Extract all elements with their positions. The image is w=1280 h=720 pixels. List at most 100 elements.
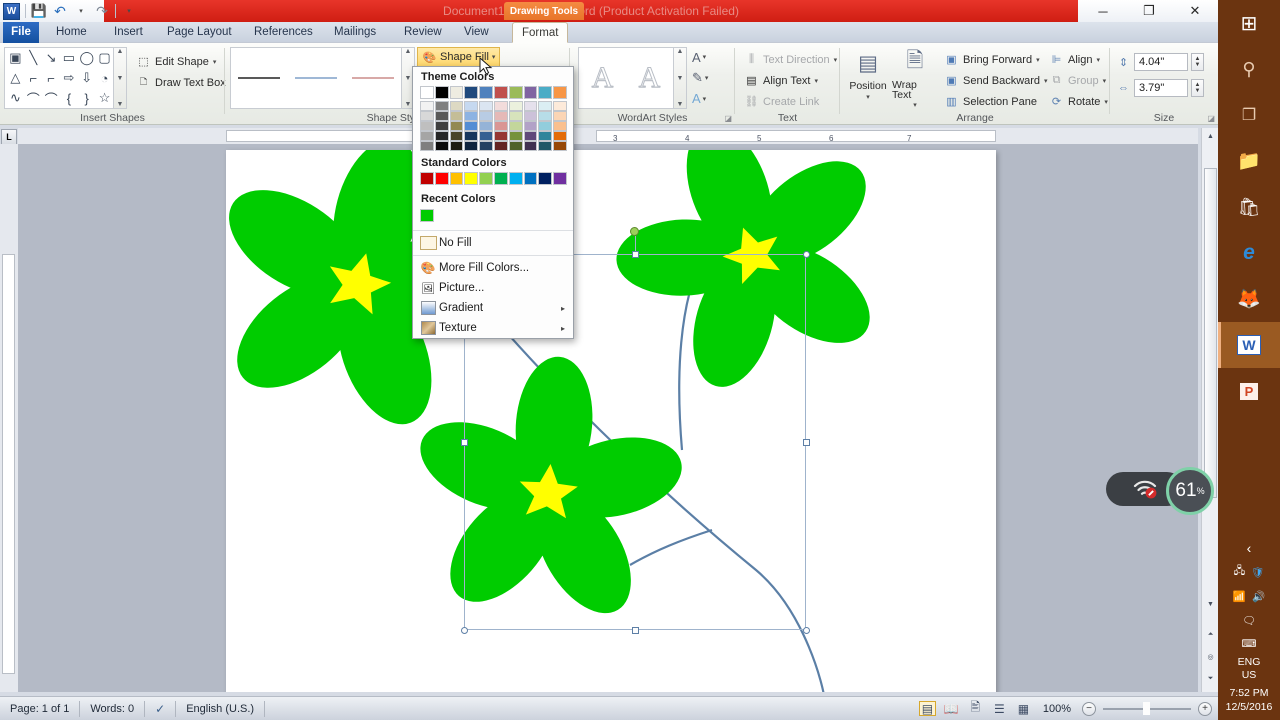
word-taskbar-button[interactable]: W: [1218, 322, 1280, 368]
triangle-shape-icon[interactable]: △: [7, 70, 24, 87]
theme-color-swatch-4-9[interactable]: [538, 121, 553, 131]
handle-middle-left[interactable]: [461, 439, 468, 446]
firefox-button[interactable]: 🦊: [1218, 276, 1280, 322]
theme-color-swatch-1-6[interactable]: [493, 86, 508, 99]
height-spinner[interactable]: ▲ ▼: [1191, 53, 1204, 71]
wordart-gallery-scroll[interactable]: ▲ ▼ ▼: [674, 47, 687, 109]
wordart-side-buttons[interactable]: A ▾ ✎ ▾ A ▾: [692, 47, 720, 109]
shape-width-field[interactable]: ⇔ 3.79" ▲ ▼: [1116, 79, 1204, 97]
restore-button[interactable]: ❐: [1126, 0, 1172, 22]
theme-color-swatch-5-7[interactable]: [508, 131, 523, 141]
shape-style-preview-1[interactable]: [238, 77, 281, 79]
minimize-button[interactable]: ─: [1080, 0, 1126, 22]
view-full-screen-reading-icon[interactable]: 📖: [943, 701, 960, 716]
tab-stop-selector[interactable]: L: [1, 129, 17, 145]
zoom-in-button[interactable]: +: [1198, 701, 1212, 716]
theme-color-swatch-2-2[interactable]: [434, 101, 449, 111]
theme-color-swatch-1-9[interactable]: [538, 86, 553, 99]
theme-color-swatch-2-5[interactable]: [479, 101, 493, 111]
wrap-text-caret-icon[interactable]: ▾: [913, 101, 917, 109]
theme-color-swatch-5-6[interactable]: [493, 131, 508, 141]
scribble-shape-icon[interactable]: ∿: [7, 90, 24, 107]
theme-color-swatch-3-3[interactable]: [449, 111, 464, 121]
scroll-down-icon[interactable]: ▼: [1204, 598, 1217, 611]
position-button[interactable]: ▤ Position ▾: [845, 47, 891, 102]
rotate-button[interactable]: ⟳ Rotate ▾: [1045, 91, 1112, 112]
wordart-gallery[interactable]: A A: [578, 47, 674, 109]
theme-color-swatch-1-4[interactable]: [464, 86, 479, 99]
standard-color-swatch-3[interactable]: [449, 172, 464, 185]
elbow-connector-icon[interactable]: ⌐: [25, 70, 42, 87]
view-web-layout-icon[interactable]: 🖹: [967, 700, 984, 716]
zoom-slider[interactable]: [1103, 702, 1191, 716]
theme-color-swatch-4-1[interactable]: [420, 121, 434, 131]
theme-colors-row-5[interactable]: [420, 131, 567, 141]
create-link-button[interactable]: ⛓ Create Link: [740, 91, 841, 112]
redo-icon[interactable]: ↷: [94, 3, 110, 19]
standard-color-swatch-2[interactable]: [434, 172, 449, 185]
theme-colors-row-6[interactable]: [420, 141, 567, 151]
text-fill-caret-icon[interactable]: ▾: [703, 53, 707, 61]
zoom-out-button[interactable]: −: [1082, 701, 1096, 716]
shape-styles-gallery[interactable]: [230, 47, 402, 109]
theme-color-swatch-4-10[interactable]: [553, 121, 567, 131]
theme-color-swatch-3-4[interactable]: [464, 111, 479, 121]
edit-shape-caret-icon[interactable]: ▾: [213, 58, 217, 66]
clock[interactable]: 7:52 PM 12/5/2016: [1218, 686, 1280, 720]
styles-more-icon[interactable]: ▼: [405, 101, 412, 108]
right-brace-shape-icon[interactable]: }: [78, 90, 95, 107]
shield-icon[interactable]: 🛡: [1251, 566, 1264, 579]
theme-color-swatch-1-2[interactable]: [434, 86, 449, 99]
theme-colors-row-3[interactable]: [420, 111, 567, 121]
bring-forward-button[interactable]: ▣ Bring Forward ▾: [940, 49, 1052, 70]
theme-color-swatch-5-4[interactable]: [464, 131, 479, 141]
theme-color-swatch-1-8[interactable]: [523, 86, 538, 99]
arc-shape-icon[interactable]: ⌒: [43, 90, 60, 107]
wordart-preview-1[interactable]: A: [591, 61, 614, 95]
battery-ring-indicator[interactable]: 61%: [1166, 467, 1214, 515]
theme-colors-row-2[interactable]: [420, 101, 567, 111]
standard-color-swatch-6[interactable]: [493, 172, 508, 185]
system-tray[interactable]: ‹ 🖧 🛡 📶 🔊 🗨 ⌨ ENG US 7:52 PM 12/5/2016: [1218, 536, 1280, 720]
theme-color-swatch-6-10[interactable]: [553, 141, 567, 151]
theme-color-swatch-6-8[interactable]: [523, 141, 538, 151]
group-caret-icon[interactable]: ▾: [1103, 77, 1107, 85]
theme-color-swatch-2-7[interactable]: [508, 101, 523, 111]
wordart-more-icon[interactable]: ▼: [677, 101, 684, 108]
handle-bottom-left[interactable]: [461, 627, 468, 634]
tab-insert[interactable]: Insert: [105, 22, 152, 43]
text-box-shape-icon[interactable]: ▣: [7, 50, 24, 67]
edit-shape-button[interactable]: ⬚ Edit Shape ▾: [132, 51, 230, 72]
shape-fill-dropdown-menu[interactable]: Theme Colors Standard Colors Recent Colo…: [412, 66, 574, 339]
standard-color-swatch-4[interactable]: [464, 172, 479, 185]
task-view-button[interactable]: ❐: [1218, 92, 1280, 138]
align-text-button[interactable]: ▤ Align Text ▾: [740, 70, 841, 91]
menu-item-picture[interactable]: 🖼 Picture...: [413, 278, 573, 298]
text-effects-caret-icon[interactable]: ▾: [703, 95, 707, 103]
standard-colors-row[interactable]: [420, 172, 567, 187]
page-indicator[interactable]: Page: 1 of 1: [0, 700, 81, 717]
wordart-dialog-launcher[interactable]: ◪: [724, 114, 732, 123]
tab-format[interactable]: Format: [512, 22, 569, 43]
view-outline-icon[interactable]: ☰: [991, 701, 1008, 716]
theme-color-swatch-1-3[interactable]: [449, 86, 464, 99]
theme-color-swatch-3-7[interactable]: [508, 111, 523, 121]
customize-qat-icon[interactable]: ▾: [121, 3, 137, 19]
menu-item-texture[interactable]: Texture ▸: [413, 318, 573, 338]
theme-color-swatch-6-7[interactable]: [508, 141, 523, 151]
theme-color-swatch-3-5[interactable]: [479, 111, 493, 121]
theme-color-swatch-6-2[interactable]: [434, 141, 449, 151]
usb-device-icon[interactable]: 🖧: [1233, 563, 1245, 581]
theme-color-swatch-1-7[interactable]: [508, 86, 523, 99]
theme-color-swatch-5-2[interactable]: [434, 131, 449, 141]
theme-color-swatch-4-3[interactable]: [449, 121, 464, 131]
standard-color-swatch-8[interactable]: [523, 172, 538, 185]
rotation-handle[interactable]: [630, 227, 639, 236]
search-button[interactable]: ⚲: [1218, 46, 1280, 92]
arrow-line-shape-icon[interactable]: ↘: [43, 50, 60, 67]
scrollbar-thumb[interactable]: [1204, 168, 1217, 498]
system-overlay-widget[interactable]: 61%: [1106, 467, 1214, 515]
language-indicator[interactable]: ENG US: [1218, 656, 1280, 686]
theme-colors-grid[interactable]: [413, 86, 573, 153]
theme-color-swatch-3-8[interactable]: [523, 111, 538, 121]
